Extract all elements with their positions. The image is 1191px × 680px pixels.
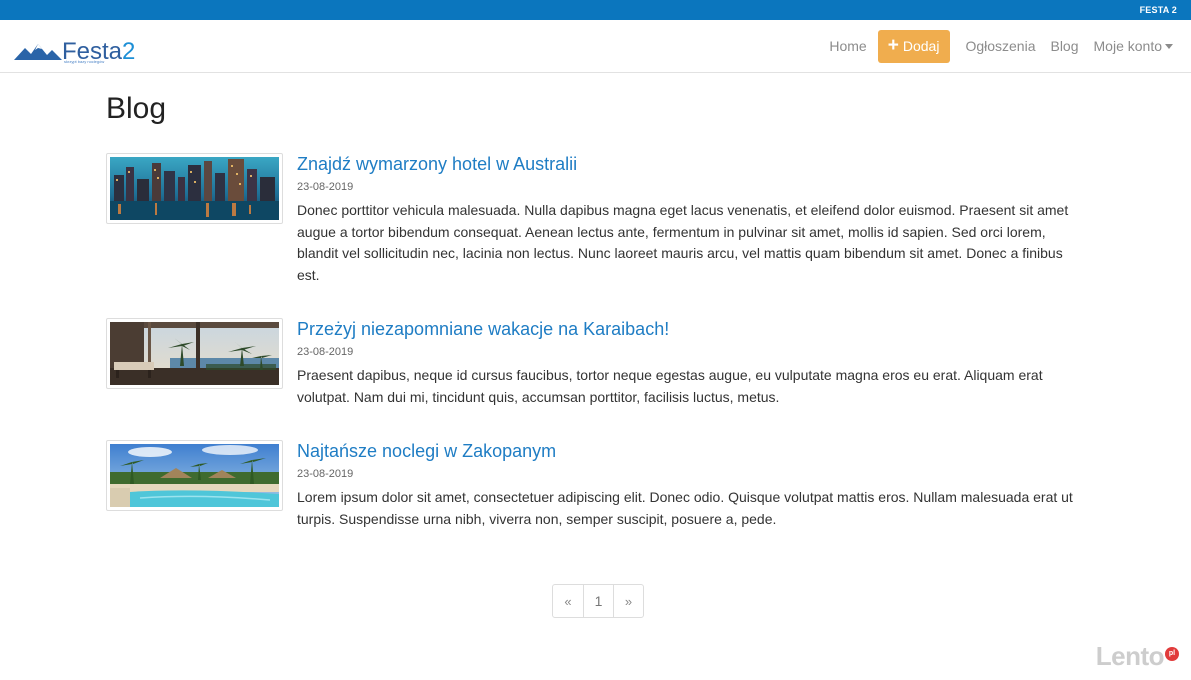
pagination-page-current[interactable]: 1 [583, 585, 613, 617]
tropical-terrace-image [110, 322, 279, 385]
pagination-prev[interactable]: « [553, 585, 583, 617]
navbar: Festa2 skrzypt bazy noclegów Home + Doda… [0, 20, 1191, 73]
post-body: Najtańsze noclegi w Zakopanym 23-08-2019… [297, 440, 1087, 530]
post-date: 23-08-2019 [297, 468, 354, 480]
nav-account-label: Moje konto [1093, 38, 1162, 54]
top-bar-label: FESTA 2 [1139, 5, 1177, 15]
brand-logo-link[interactable]: Festa2 skrzypt bazy noclegów [14, 32, 135, 64]
watermark-badge: pl [1165, 646, 1179, 661]
post-excerpt: Lorem ipsum dolor sit amet, consectetuer… [297, 489, 1073, 527]
pagination: « 1 » [552, 584, 644, 618]
post-excerpt: Donec porttitor vehicula malesuada. Null… [297, 202, 1069, 283]
post-thumbnail[interactable] [106, 440, 283, 511]
post-body: Przeżyj niezapomniane wakacje na Karaiba… [297, 318, 1087, 408]
post-title-link[interactable]: Znajdź wymarzony hotel w Australii [297, 153, 1087, 175]
watermark-text: Lento [1095, 641, 1165, 671]
nav-blog[interactable]: Blog [1050, 29, 1078, 63]
nav-listings[interactable]: Ogłoszenia [965, 29, 1035, 63]
post-thumbnail[interactable] [106, 318, 283, 389]
post-date: 23-08-2019 [297, 346, 354, 358]
page-title: Blog [106, 92, 167, 125]
post-title-link[interactable]: Przeżyj niezapomniane wakacje na Karaiba… [297, 318, 1087, 340]
add-button-label: Dodaj [902, 38, 940, 54]
caret-down-icon [1165, 43, 1173, 49]
add-button[interactable]: + Dodaj [877, 29, 951, 63]
post-thumbnail[interactable] [106, 153, 283, 224]
top-bar: FESTA 2 [0, 0, 1191, 20]
brand-tagline: skrzypt bazy noclegów [64, 59, 105, 64]
post-title-link[interactable]: Najtańsze noclegi w Zakopanym [297, 440, 1087, 462]
post-excerpt: Praesent dapibus, neque id cursus faucib… [297, 367, 1043, 405]
nav-account-dropdown[interactable]: Moje konto [1094, 29, 1173, 63]
city-night-image [110, 157, 279, 220]
mountains-icon [14, 44, 62, 60]
pagination-next[interactable]: » [613, 585, 643, 617]
post-body: Znajdź wymarzony hotel w Australii 23-08… [297, 153, 1087, 286]
watermark: Lento pl [1096, 641, 1179, 672]
nav-home[interactable]: Home [829, 29, 866, 63]
resort-pool-image [110, 444, 279, 507]
plus-icon: + [887, 34, 899, 56]
main-nav: Home + Dodaj Ogłoszenia Blog Moje konto [829, 29, 1173, 63]
post-date: 23-08-2019 [297, 181, 354, 193]
